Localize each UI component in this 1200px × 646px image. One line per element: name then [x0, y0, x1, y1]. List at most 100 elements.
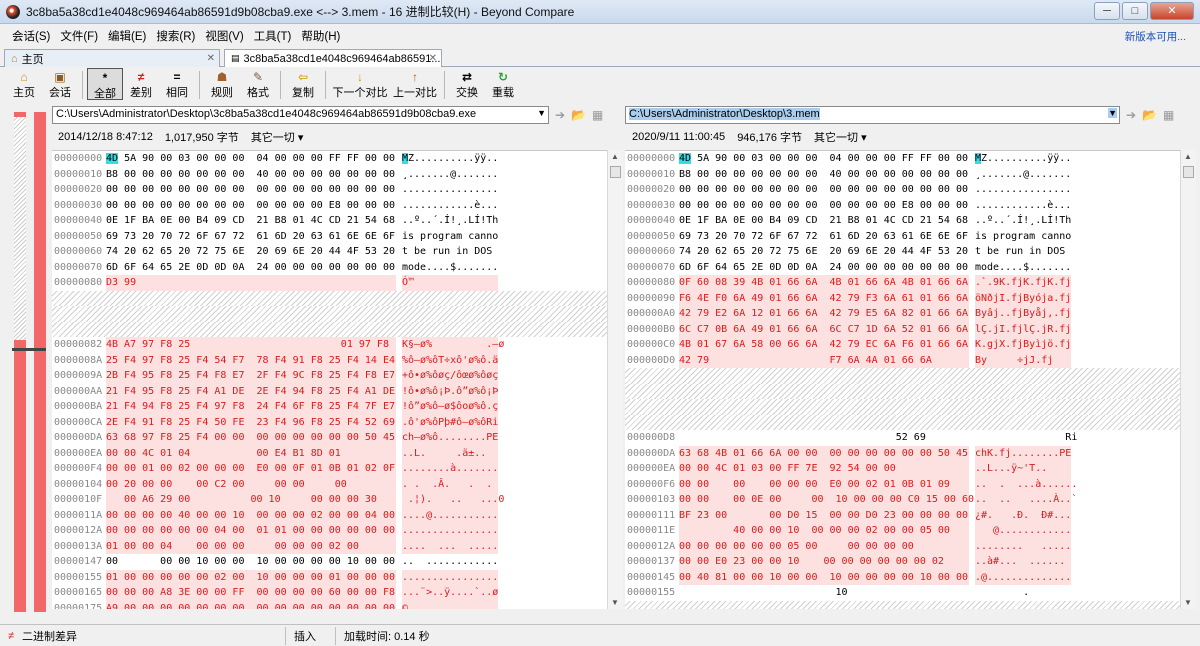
save-icon[interactable]: ▦: [592, 108, 603, 122]
menu-file[interactable]: 文件(F): [60, 28, 98, 44]
hex-row[interactable]: 00000082 4B A7 97 F8 25 01 97 F8 K§—ø% .—ø: [52, 337, 607, 353]
minimize-button[interactable]: ─: [1094, 2, 1120, 20]
hex-row[interactable]: 0000011E 40 00 00 10 00 00 00 02 00 00 0…: [625, 523, 1180, 539]
scroll-up-icon[interactable]: ▲: [611, 152, 619, 161]
hex-row[interactable]: [52, 321, 607, 337]
hex-row[interactable]: 00000060 74 20 62 65 20 72 75 6E 20 69 6E…: [52, 244, 607, 260]
history-icon[interactable]: ➔: [1126, 108, 1136, 122]
maximize-button[interactable]: □: [1122, 2, 1148, 20]
left-other-dropdown[interactable]: 其它一切 ▾: [251, 129, 304, 145]
hex-row[interactable]: 00000000 4D 5A 90 00 03 00 00 00 04 00 00…: [625, 151, 1180, 167]
close-tab-icon[interactable]: ✕: [429, 53, 437, 64]
menu-help[interactable]: 帮助(H): [301, 28, 340, 44]
hex-row[interactable]: 00000040 0E 1F BA 0E 00 B4 09 CD 21 B8 01…: [52, 213, 607, 229]
folder-open-icon[interactable]: 📂: [571, 108, 586, 122]
hex-row[interactable]: [625, 399, 1180, 415]
hex-row[interactable]: 0000012A 00 00 00 00 00 00 04 00 01 01 00…: [52, 523, 607, 539]
hex-row[interactable]: 00000050 69 73 20 70 72 6F 67 72 61 6D 20…: [52, 229, 607, 245]
hex-row[interactable]: 000000D8 52 69 Ri: [625, 430, 1180, 446]
hex-row[interactable]: 00000070 6D 6F 64 65 2E 0D 0D 0A 24 00 00…: [625, 260, 1180, 276]
hex-row[interactable]: 000000F6 00 00 00 00 00 00 E0 00 02 01 0B…: [625, 476, 1180, 492]
show-all-button[interactable]: * 全部: [87, 68, 123, 100]
save-icon[interactable]: ▦: [1163, 108, 1174, 122]
hex-row[interactable]: 00000145 00 40 81 00 00 10 00 00 10 00 00…: [625, 569, 1180, 585]
hex-row[interactable]: 000000EA 00 00 4C 01 04 00 E4 B1 8D 01 ..L…: [52, 445, 607, 461]
hex-row[interactable]: 0000013A 01 00 00 04 00 00 00 00 00 00 02…: [52, 538, 607, 554]
menu-tools[interactable]: 工具(T): [254, 28, 292, 44]
hex-row[interactable]: 00000030 00 00 00 00 00 00 00 00 00 00 00…: [625, 198, 1180, 214]
close-button[interactable]: ✕: [1150, 2, 1194, 20]
session-button[interactable]: ▣ 会话: [42, 68, 78, 100]
hex-row[interactable]: 000000F4 00 00 01 00 02 00 00 00 E0 00 0F…: [52, 461, 607, 477]
hex-row[interactable]: 000000DA 63 68 4B 01 66 6A 00 00 00 00 00…: [625, 445, 1180, 461]
next-diff-button[interactable]: ↓ 下一个对比: [330, 68, 390, 100]
hex-row[interactable]: 00000111 BF 23 00 00 D0 15 00 00 D0 23 00…: [625, 507, 1180, 523]
hex-row[interactable]: 00000137 00 00 E0 23 00 00 10 00 00 00 00…: [625, 554, 1180, 570]
hex-row[interactable]: 00000080 0F 60 08 39 4B 01 66 6A 4B 01 66…: [625, 275, 1180, 291]
hex-row[interactable]: 00000165 00 00 00 A8 3E 00 00 FF 00 00 00…: [52, 585, 607, 601]
copy-button[interactable]: ⇦ 复制: [285, 68, 321, 100]
hex-row[interactable]: 00000070 6D 6F 64 65 2E 0D 0D 0A 24 00 00…: [52, 260, 607, 276]
overview-position-marker[interactable]: [12, 348, 46, 351]
format-button[interactable]: ✎ 格式: [240, 68, 276, 100]
hex-row[interactable]: 00000000 4D 5A 90 00 03 00 00 00 04 00 00…: [52, 151, 607, 167]
scroll-thumb[interactable]: [610, 166, 621, 178]
prev-diff-button[interactable]: ↑ 上一对比: [390, 68, 440, 100]
menu-search[interactable]: 搜索(R): [156, 28, 195, 44]
menu-session[interactable]: 会话(S): [12, 28, 50, 44]
hex-row[interactable]: 000000D0 42 79 F7 6A 4A 01 66 6A By ÷jJ.fj: [625, 352, 1180, 368]
hex-row[interactable]: 000000EA 00 00 4C 01 03 00 FF 7E 92 54 00…: [625, 461, 1180, 477]
hex-row[interactable]: 00000020 00 00 00 00 00 00 00 00 00 00 00…: [52, 182, 607, 198]
hex-row[interactable]: 0000012A 00 00 00 00 00 00 05 00 00 00 00…: [625, 538, 1180, 554]
hex-row[interactable]: [625, 383, 1180, 399]
show-diff-button[interactable]: ≠ 差别: [123, 68, 159, 100]
left-path-input[interactable]: C:\Users\Administrator\Desktop\3c8ba5a38…: [52, 106, 549, 124]
hex-row[interactable]: 00000103 00 00 00 0E 00 00 10 00 00 00 C0…: [625, 492, 1180, 508]
folder-open-icon[interactable]: 📂: [1142, 108, 1157, 122]
hex-row[interactable]: 00000155 01 00 00 00 00 00 02 00 10 00 00…: [52, 569, 607, 585]
hex-row[interactable]: 00000010 B8 00 00 00 00 00 00 00 40 00 00…: [625, 167, 1180, 183]
tab-compare[interactable]: ▤ 3c8ba5a38cd1e4048c969464ab86591... ✕: [224, 49, 442, 67]
hex-row[interactable]: 00000020 00 00 00 00 00 00 00 00 00 00 00…: [625, 182, 1180, 198]
right-path-input[interactable]: C:\Users\Administrator\Desktop\3.mem ▼: [625, 106, 1120, 124]
scroll-up-icon[interactable]: ▲: [1184, 152, 1192, 161]
diff-overview[interactable]: [12, 112, 46, 612]
hex-row[interactable]: [625, 414, 1180, 430]
hex-row[interactable]: 000000DA 63 68 97 F8 25 F4 00 00 00 00 00…: [52, 430, 607, 446]
reload-button[interactable]: ↻ 重载: [485, 68, 521, 100]
hex-row[interactable]: [52, 306, 607, 322]
hex-row[interactable]: 0000009A 2B F4 95 F8 25 F4 F8 E7 2F F4 9C…: [52, 368, 607, 384]
tab-home[interactable]: ⌂ 主页 ✕: [4, 49, 220, 67]
hex-row[interactable]: 000000C0 4B 01 67 6A 58 00 66 6A 42 79 EC…: [625, 337, 1180, 353]
close-tab-icon[interactable]: ✕: [207, 53, 215, 64]
hex-row[interactable]: 00000060 74 20 62 65 20 72 75 6E 20 69 6E…: [625, 244, 1180, 260]
hex-row[interactable]: 00000040 0E 1F BA 0E 00 B4 09 CD 21 B8 01…: [625, 213, 1180, 229]
swap-button[interactable]: ⇄ 交换: [449, 68, 485, 100]
right-scrollbar[interactable]: ▲ ▼: [1180, 150, 1196, 609]
hex-row[interactable]: 000000AA 21 F4 95 F8 25 F4 A1 DE 2E F4 94…: [52, 383, 607, 399]
left-hex-view[interactable]: 00000000 4D 5A 90 00 03 00 00 00 04 00 00…: [52, 150, 607, 609]
show-same-button[interactable]: = 相同: [159, 68, 195, 100]
hex-row[interactable]: 00000080 D3 99 Ó™: [52, 275, 607, 291]
chevron-down-icon[interactable]: ▼: [537, 108, 546, 118]
hex-row[interactable]: 00000155 10 .: [625, 585, 1180, 601]
hex-row[interactable]: 000000BA 21 F4 94 F8 25 F4 97 F8 24 F4 6F…: [52, 399, 607, 415]
hex-row[interactable]: 00000104 00 20 00 00 00 C2 00 00 00 00 . .…: [52, 476, 607, 492]
left-scrollbar[interactable]: ▲ ▼: [607, 150, 623, 609]
right-hex-view[interactable]: 00000000 4D 5A 90 00 03 00 00 00 04 00 00…: [625, 150, 1180, 609]
new-version-link[interactable]: 新版本可用...: [1125, 29, 1186, 44]
hex-row[interactable]: [625, 600, 1180, 609]
hex-row[interactable]: 00000050 69 73 20 70 72 6F 67 72 61 6D 20…: [625, 229, 1180, 245]
scroll-down-icon[interactable]: ▼: [1184, 598, 1192, 607]
right-other-dropdown[interactable]: 其它一切 ▾: [814, 129, 867, 145]
menu-edit[interactable]: 编辑(E): [108, 28, 146, 44]
hex-row[interactable]: 00000090 F6 4E F0 6A 49 01 66 6A 42 79 F3…: [625, 290, 1180, 306]
hex-row[interactable]: 000000A0 42 79 E2 6A 12 01 66 6A 42 79 E5…: [625, 306, 1180, 322]
hex-row[interactable]: 000000B0 6C C7 0B 6A 49 01 66 6A 6C C7 1D…: [625, 321, 1180, 337]
hex-row[interactable]: 0000010F 00 A6 29 00 00 10 00 00 00 30 .…: [52, 492, 607, 508]
rules-button[interactable]: ☗ 规则: [204, 68, 240, 100]
scroll-down-icon[interactable]: ▼: [611, 598, 619, 607]
chevron-down-icon[interactable]: ▼: [1108, 108, 1117, 118]
scroll-thumb[interactable]: [1183, 166, 1194, 178]
hex-row[interactable]: 00000030 00 00 00 00 00 00 00 00 00 00 00…: [52, 198, 607, 214]
